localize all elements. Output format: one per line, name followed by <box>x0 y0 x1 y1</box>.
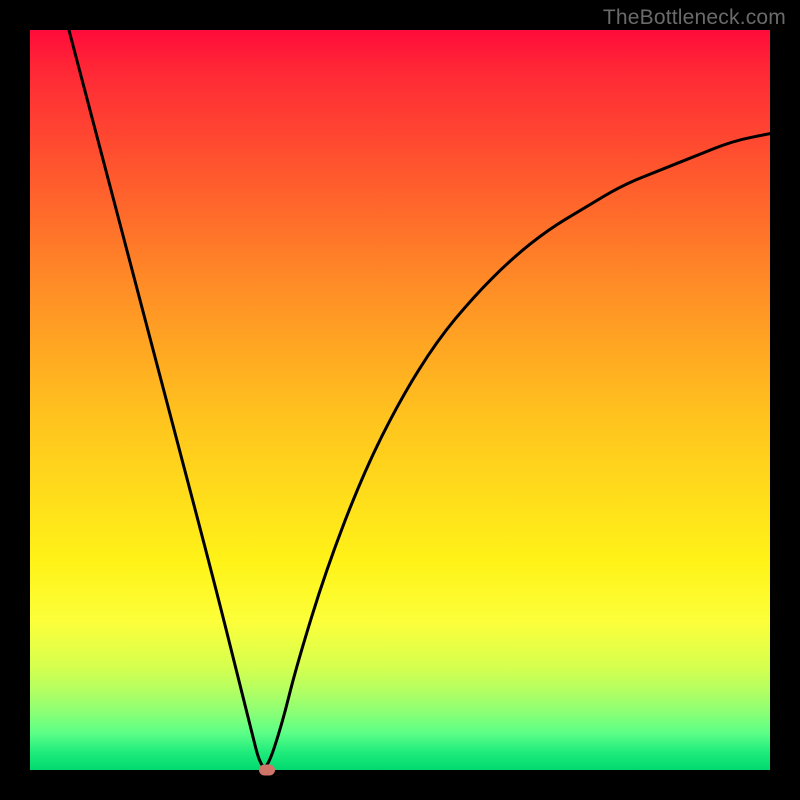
chart-frame: TheBottleneck.com <box>0 0 800 800</box>
bottleneck-curve <box>30 30 770 770</box>
optimal-point-marker <box>259 765 275 776</box>
plot-area <box>30 30 770 770</box>
watermark-text: TheBottleneck.com <box>603 6 786 30</box>
